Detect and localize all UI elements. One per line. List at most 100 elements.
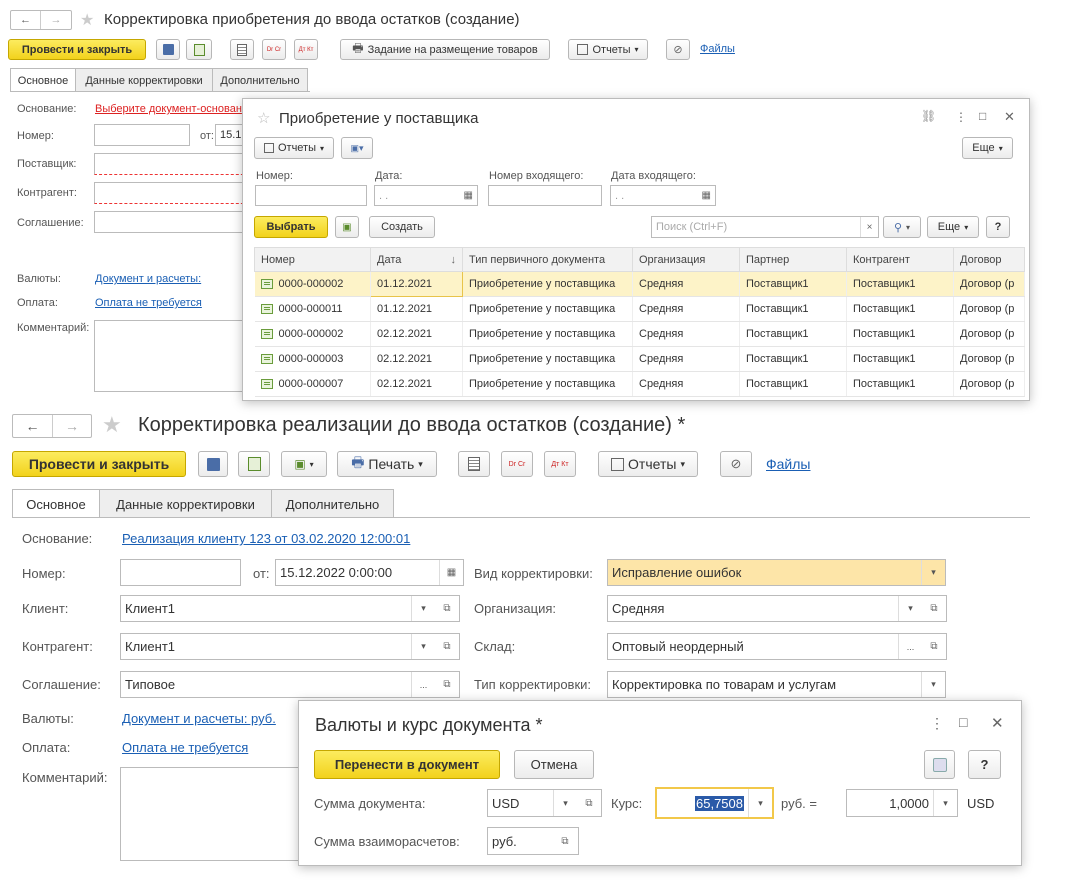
table-row[interactable]: 0000-000007 02.12.2021 Приобретение у пос… bbox=[254, 371, 1025, 397]
table-row[interactable]: 0000-000003 02.12.2021 Приобретение у пос… bbox=[254, 346, 1025, 372]
kontragent-field[interactable] bbox=[94, 182, 254, 204]
klient-field[interactable]: Клиент1 ▾ ⧉ bbox=[120, 595, 460, 622]
chevron-down-icon[interactable]: ▾ bbox=[553, 790, 577, 816]
post-close-button[interactable]: Провести и закрыть bbox=[8, 39, 146, 60]
create-based-icon[interactable]: ▣ ▾ bbox=[281, 451, 327, 477]
list-icon[interactable] bbox=[230, 39, 254, 60]
open-icon[interactable]: ⧉ bbox=[435, 672, 459, 697]
oplata-link[interactable]: Оплата не требуется bbox=[95, 297, 202, 309]
rate-field[interactable]: 65,7508 ▾ bbox=[655, 787, 774, 819]
chevron-down-icon[interactable]: ▾ bbox=[748, 789, 772, 817]
filter-date-field[interactable]: . . ▦ bbox=[374, 185, 478, 206]
close-icon[interactable]: ✕ bbox=[991, 714, 1004, 732]
post-icon[interactable] bbox=[238, 451, 270, 477]
tab-main[interactable]: Основное bbox=[10, 68, 76, 92]
filter-in-date-field[interactable]: . . ▦ bbox=[610, 185, 716, 206]
open-icon[interactable]: ⧉ bbox=[577, 790, 601, 816]
chevron-down-icon[interactable]: ▾ bbox=[411, 596, 435, 621]
more-icon[interactable]: ⋮ bbox=[955, 110, 967, 124]
col-contract[interactable]: Договор bbox=[953, 247, 1025, 272]
list-icon[interactable] bbox=[458, 451, 490, 477]
dialog-reports-button[interactable]: Отчеты ▾ bbox=[254, 137, 334, 159]
tab-additional[interactable]: Дополнительно bbox=[271, 489, 394, 518]
tab-main[interactable]: Основное bbox=[12, 489, 100, 518]
soglashenie-field[interactable]: Типовое... ⧉ bbox=[120, 671, 460, 698]
forward-button[interactable]: → bbox=[53, 415, 91, 437]
create-button[interactable]: Создать bbox=[369, 216, 435, 238]
dt-kt-icon[interactable]: Дт Кт bbox=[544, 451, 576, 477]
filter-nomer-field[interactable] bbox=[255, 185, 367, 206]
calendar-icon[interactable]: ▦ bbox=[439, 560, 463, 585]
more-button[interactable]: Еще ▾ bbox=[962, 137, 1013, 159]
placement-task-button[interactable]: 🖶 Задание на размещение товаров bbox=[340, 39, 550, 60]
col-date[interactable]: Дата ↓ bbox=[370, 247, 463, 272]
attachment-icon[interactable]: ⊘ bbox=[720, 451, 752, 477]
kontragent-field[interactable]: Клиент1 ▾ ⧉ bbox=[120, 633, 460, 660]
reports-button-bottom[interactable]: Отчеты ▾ bbox=[598, 451, 698, 477]
dr-cr-icon[interactable]: Dr Cr bbox=[501, 451, 533, 477]
valuty-link[interactable]: Документ и расчеты: руб. bbox=[122, 711, 276, 726]
col-kontragent[interactable]: Контрагент bbox=[846, 247, 954, 272]
col-org[interactable]: Организация bbox=[632, 247, 740, 272]
chevron-down-icon[interactable]: ▾ bbox=[411, 634, 435, 659]
dt-kt-icon[interactable]: Дт Кт bbox=[294, 39, 318, 60]
search-button[interactable]: ⚲ ▾ bbox=[883, 216, 921, 238]
chevron-down-icon[interactable]: ▾ bbox=[921, 672, 945, 697]
open-icon[interactable]: ⧉ bbox=[922, 634, 946, 659]
nomer-field[interactable] bbox=[120, 559, 241, 586]
select-icon[interactable]: ... bbox=[411, 672, 435, 697]
comment-field[interactable] bbox=[94, 320, 254, 392]
settings-icon[interactable] bbox=[924, 750, 955, 779]
print-button[interactable]: 🖶 Печать ▾ bbox=[337, 451, 437, 477]
star-icon[interactable]: ☆ bbox=[257, 109, 270, 127]
favorite-star-icon[interactable]: ★ bbox=[102, 412, 122, 438]
valuty-link[interactable]: Документ и расчеты: bbox=[95, 273, 201, 285]
filter-in-num-field[interactable] bbox=[488, 185, 602, 206]
post-icon[interactable] bbox=[186, 39, 212, 60]
date-field[interactable]: 15.12.2022 0:00:00 ▦ bbox=[275, 559, 464, 586]
amount-field[interactable]: 1,0000 ▾ bbox=[846, 789, 958, 817]
maximize-icon[interactable]: □ bbox=[959, 714, 967, 730]
osnovanie-link[interactable]: Выберите документ-основан bbox=[95, 103, 242, 115]
sklad-field[interactable]: Оптовый неордерный... ⧉ bbox=[607, 633, 947, 660]
open-icon[interactable]: ⧉ bbox=[922, 596, 946, 621]
add-icon[interactable]: ▣ bbox=[335, 216, 359, 238]
currency-field[interactable]: USD ▾ ⧉ bbox=[487, 789, 602, 817]
chevron-down-icon[interactable]: ▾ bbox=[933, 790, 957, 816]
open-icon[interactable]: ⧉ bbox=[435, 596, 459, 621]
chevron-down-icon[interactable]: ▾ bbox=[898, 596, 922, 621]
calendar-icon[interactable]: ▦ bbox=[464, 186, 473, 205]
link-icon[interactable]: ⛓ bbox=[921, 109, 936, 123]
dr-cr-icon[interactable]: Dr Cr bbox=[262, 39, 286, 60]
open-icon[interactable]: ⧉ bbox=[435, 634, 459, 659]
attachment-icon[interactable]: ⊘ bbox=[666, 39, 690, 60]
files-link[interactable]: Файлы bbox=[700, 43, 735, 55]
vid-field[interactable]: Исправление ошибок ▾ bbox=[607, 559, 946, 586]
tip-field[interactable]: Корректировка по товарам и услугам ▾ bbox=[607, 671, 946, 698]
soglashenie-field[interactable] bbox=[94, 211, 254, 233]
more-icon[interactable]: ⋮ bbox=[930, 715, 944, 732]
nomer-field[interactable] bbox=[94, 124, 190, 146]
calendar-icon[interactable]: ▦ bbox=[702, 186, 711, 205]
reports-button[interactable]: Отчеты ▾ bbox=[568, 39, 648, 60]
maximize-icon[interactable]: □ bbox=[979, 109, 986, 123]
postavshik-field[interactable] bbox=[94, 153, 254, 175]
close-icon[interactable]: ✕ bbox=[1004, 109, 1015, 125]
select-button[interactable]: Выбрать bbox=[254, 216, 328, 238]
tab-additional[interactable]: Дополнительно bbox=[212, 68, 308, 92]
settle-currency-field[interactable]: руб. ⧉ bbox=[487, 827, 579, 855]
table-row[interactable]: 0000-000011 01.12.2021 Приобретение у пос… bbox=[254, 296, 1025, 322]
search-input[interactable]: Поиск (Ctrl+F) × bbox=[651, 216, 879, 238]
select-icon[interactable]: ... bbox=[898, 634, 922, 659]
tab-correction-data[interactable]: Данные корректировки bbox=[75, 68, 213, 92]
org-field[interactable]: Средняя ▾ ⧉ bbox=[607, 595, 947, 622]
tab-correction-data[interactable]: Данные корректировки bbox=[99, 489, 272, 518]
col-type[interactable]: Тип первичного документа bbox=[462, 247, 633, 272]
save-icon[interactable] bbox=[198, 451, 228, 477]
copy-icon[interactable]: ▣▾ bbox=[341, 137, 373, 159]
col-partner[interactable]: Партнер bbox=[739, 247, 847, 272]
back-button[interactable]: ← bbox=[11, 11, 41, 29]
save-icon[interactable] bbox=[156, 39, 180, 60]
oplata-link[interactable]: Оплата не требуется bbox=[122, 740, 248, 755]
osnovanie-link[interactable]: Реализация клиенту 123 от 03.02.2020 12:… bbox=[122, 531, 410, 546]
